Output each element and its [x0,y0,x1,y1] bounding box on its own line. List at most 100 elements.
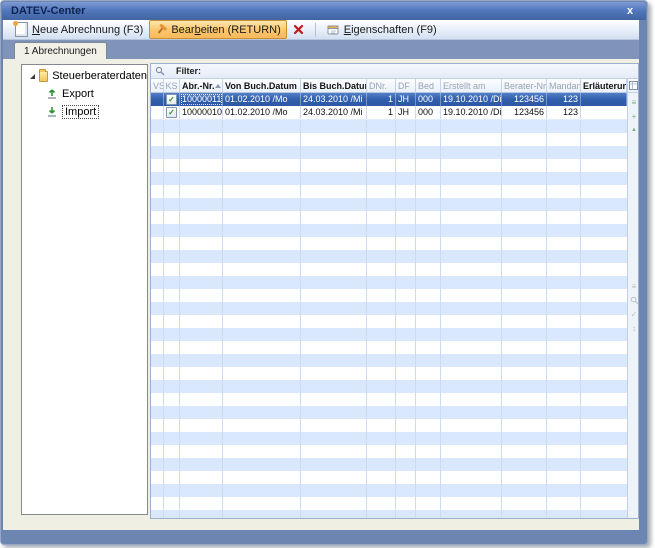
tree-node-import[interactable]: Import [46,105,147,119]
table-empty-row[interactable] [151,406,627,419]
empty-cell [367,302,396,315]
checkbox-checked-icon[interactable]: ✓ [166,94,177,105]
close-button[interactable]: x [623,5,637,17]
table-empty-row[interactable] [151,432,627,445]
empty-cell [502,510,547,519]
table-empty-row[interactable] [151,185,627,198]
eigenschaften-button[interactable]: Eigenschaften (F9) [321,20,443,39]
empty-cell [416,419,441,432]
table-empty-row[interactable] [151,133,627,146]
header-abr-nr[interactable]: Abr.-Nr. [180,79,223,92]
filter-row[interactable]: Filter: [151,64,638,79]
table-empty-row[interactable] [151,198,627,211]
empty-cell [441,328,502,341]
cell-ks[interactable]: ✓ [164,93,180,106]
tree-node-export[interactable]: Export [46,87,147,101]
table-empty-row[interactable] [151,237,627,250]
new-abrechnung-button[interactable]: Neue Abrechnung (F3) [9,20,149,39]
empty-cell [301,419,367,432]
cell-berater-nr: 123456 [502,106,547,119]
header-bis-buch-datum[interactable]: Bis Buch.Datum [301,79,367,92]
header-von-buch-datum[interactable]: Von Buch.Datum [223,79,301,92]
header-vs[interactable]: VS [151,79,164,92]
table-empty-row[interactable] [151,315,627,328]
table-empty-row[interactable] [151,458,627,471]
new-abrechnung-label: Neue Abrechnung (F3) [32,24,143,36]
table-empty-row[interactable] [151,263,627,276]
empty-cell [151,159,164,172]
header-dnr[interactable]: DNr. [367,79,396,92]
search-icon[interactable] [628,293,639,307]
empty-cell [164,172,180,185]
empty-cell [416,159,441,172]
expand-triangle-icon[interactable] [30,74,35,79]
tree-node-steuerberaterdaten[interactable]: Steuerberaterdaten [22,69,147,83]
check-icon[interactable]: ✓ [628,307,639,321]
empty-cell [441,263,502,276]
header-ks[interactable]: KS [164,79,180,92]
table-empty-row[interactable] [151,471,627,484]
empty-cell [367,484,396,497]
empty-cell [416,211,441,224]
cell-erstellt-am: 19.10.2010 /Di [441,106,502,119]
delete-button[interactable] [287,20,310,39]
table-row[interactable]: ✓ 10000010 01.02.2010 /Mo 24.03.2010 /Mi… [151,106,627,120]
list-icon[interactable]: ≡ [628,279,639,293]
empty-cell [151,432,164,445]
triangle-up-icon[interactable]: ▲ [628,123,639,137]
empty-cell [301,471,367,484]
header-berater-nr[interactable]: Berater-Nr. [502,79,547,92]
header-df[interactable]: DF [396,79,416,92]
empty-cell [547,510,581,519]
empty-cell [581,510,627,519]
table-empty-row[interactable] [151,172,627,185]
table-empty-row[interactable] [151,328,627,341]
table-empty-row[interactable] [151,484,627,497]
table-empty-row[interactable] [151,159,627,172]
table-empty-row[interactable] [151,302,627,315]
header-erstellt-am[interactable]: Erstellt am [441,79,502,92]
table-empty-row[interactable] [151,250,627,263]
table-empty-row[interactable] [151,289,627,302]
table-main: VS KS Abr.-Nr. Von Buch.Datum Bis Buch.D… [151,79,638,518]
table-empty-row[interactable] [151,224,627,237]
table-empty-row[interactable] [151,510,627,519]
empty-cell [396,237,416,250]
updown-arrows-icon[interactable]: ↕ [628,321,639,335]
empty-cell [502,484,547,497]
plus-icon[interactable]: + [628,109,639,123]
tab-abrechnungen[interactable]: 1 Abrechnungen [14,42,107,59]
empty-cell [581,458,627,471]
table-empty-row[interactable] [151,445,627,458]
empty-cell [441,120,502,133]
table-empty-row[interactable] [151,146,627,159]
table-empty-row[interactable] [151,211,627,224]
empty-cell [301,354,367,367]
table-empty-row[interactable] [151,380,627,393]
table-empty-row[interactable] [151,341,627,354]
empty-cell [180,328,223,341]
table-empty-row[interactable] [151,120,627,133]
header-bed[interactable]: Bed [416,79,441,92]
table-empty-row[interactable] [151,497,627,510]
table-empty-row[interactable] [151,276,627,289]
bearbeiten-button[interactable]: Bearbeiten (RETURN) [149,20,286,39]
empty-cell [416,315,441,328]
table-empty-row[interactable] [151,419,627,432]
empty-cell [396,133,416,146]
list-add-icon[interactable]: ≡ [628,95,639,109]
header-mandant[interactable]: Mandan [547,79,581,92]
datev-center-window: DATEV-Center x Neue Abrechnung (F3) Bear… [0,0,648,545]
empty-cell [164,133,180,146]
empty-cell [502,172,547,185]
table-empty-row[interactable] [151,367,627,380]
column-chooser-button[interactable] [628,79,638,93]
header-erlaeuterung[interactable]: Erläuterung [581,79,627,92]
empty-cell [502,445,547,458]
table-row-selected[interactable]: ✓ 10000011 01.02.2010 /Mo 24.03.2010 /Mi… [151,93,627,106]
checkbox-checked-icon[interactable]: ✓ [166,107,177,118]
table-empty-row[interactable] [151,393,627,406]
cell-ks[interactable]: ✓ [164,106,180,119]
empty-cell [581,276,627,289]
table-empty-row[interactable] [151,354,627,367]
